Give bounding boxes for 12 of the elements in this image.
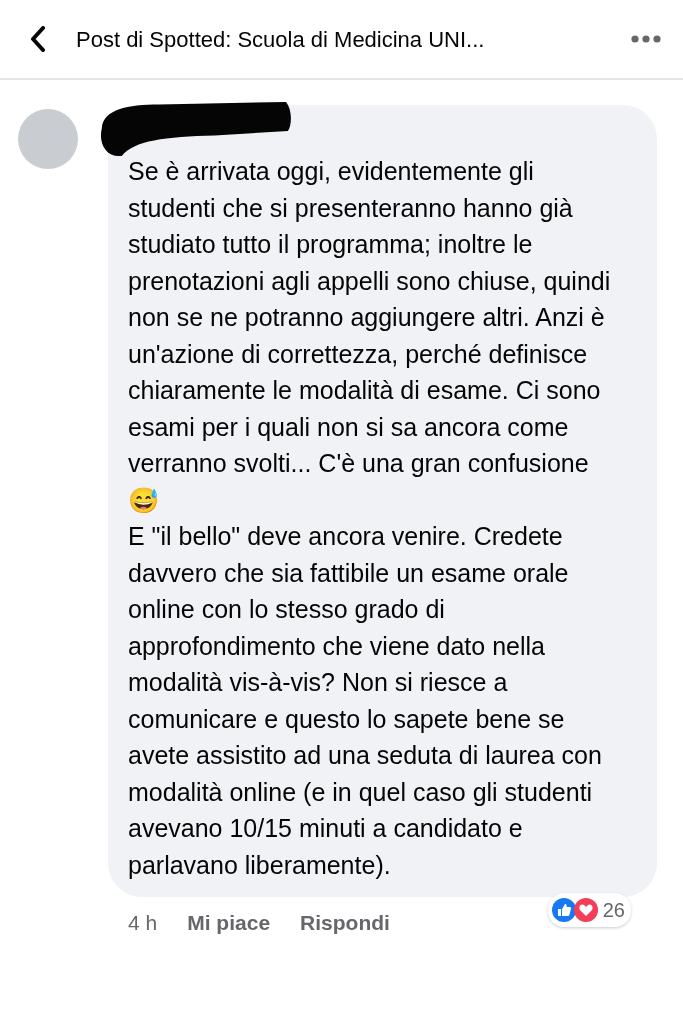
comment-action-link[interactable]: Rispondi [300,907,390,939]
back-icon[interactable] [30,26,46,52]
reaction-count: 26 [602,897,625,923]
header-title: Post di Spotted: Scuola di Medicina UNI... [76,25,485,54]
comment-text: E "il bello" deve ancora venire. Credete davvero che sia fattibile un esame orale online con lo stesso grado di approfondimento che viene dato nella modalità vis-à-vis? Non si riesce a comunicare e questo lo sapete bene se avete assistito ad una seduta di laurea con modalità online (e in quel caso gli studenti avevano 10/15 minuti a candidato e parlavano liberamente). [128,521,603,881]
heart-reaction-icon [572,896,599,923]
comment-text: Se è arrivata oggi, evidentemente gli studenti che si presenteranno hanno già studiato tutto il programma; inoltre le prenotazioni agli appelli sono chiuse, quindi non se ne potranno aggiungere altri. Anzi è un'azione di correttezza, perché definisce chiaramente le modalità di esame. Ci sono esami per i quali non si sa ancora come verranno svolti... C'è una gran confusione 😅 [128,156,612,516]
comment-time: 4 h [128,910,158,936]
reaction-summary[interactable]: 26 [547,892,631,927]
like-reaction-icon [550,896,577,923]
more-icon[interactable] [631,35,661,43]
comment-action-link[interactable]: Mi piace [187,907,271,939]
